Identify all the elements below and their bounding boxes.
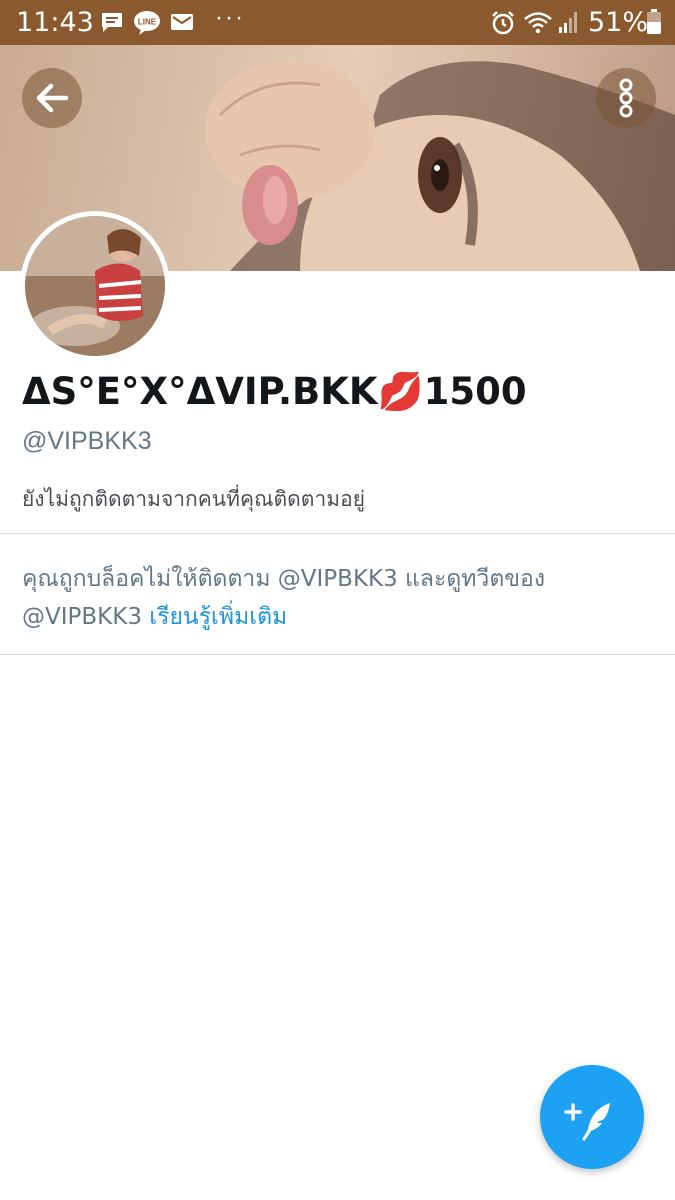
- more-options-button[interactable]: [596, 68, 656, 128]
- followers-you-know-note: ยังไม่ถูกติดตามจากคนที่คุณติดตามอยู่: [22, 487, 365, 511]
- avatar[interactable]: [20, 211, 170, 361]
- display-name: ΔS°E°X°ΔVIP.BKK💋1500: [22, 370, 527, 413]
- message-icon: [100, 11, 124, 33]
- battery-percent: 51%: [588, 7, 649, 38]
- battery-icon: [646, 9, 662, 40]
- compose-tweet-button[interactable]: [540, 1065, 644, 1169]
- mail-icon: [170, 11, 194, 33]
- wifi-icon: [523, 10, 553, 39]
- compose-tweet-icon: [564, 1103, 610, 1141]
- blocked-notice-handle: @VIPBKK3: [22, 604, 142, 630]
- blocked-notice-text: คุณถูกบล็อคไม่ให้ติดตาม @VIPBKK3 และดูทว…: [22, 566, 546, 592]
- alarm-icon: [490, 10, 516, 41]
- line-icon: LINE: [133, 11, 161, 35]
- user-handle: @VIPBKK3: [22, 427, 152, 455]
- signal-icon: [558, 10, 580, 39]
- svg-text:LINE: LINE: [138, 18, 157, 27]
- divider: [0, 533, 675, 534]
- avatar-photo: [25, 216, 165, 356]
- status-bar: 11:43 LINE ··· 51%: [0, 0, 675, 45]
- more-vertical-icon: [619, 78, 633, 118]
- divider: [0, 654, 675, 655]
- more-notifications-icon: ···: [215, 4, 245, 31]
- blocked-notice: คุณถูกบล็อคไม่ให้ติดตาม @VIPBKK3 และดูทว…: [22, 560, 652, 636]
- learn-more-link[interactable]: เรียนรู้เพิ่มเติม: [149, 604, 287, 630]
- status-time: 11:43: [16, 7, 94, 38]
- back-button[interactable]: [22, 68, 82, 128]
- arrow-left-icon: [36, 83, 69, 113]
